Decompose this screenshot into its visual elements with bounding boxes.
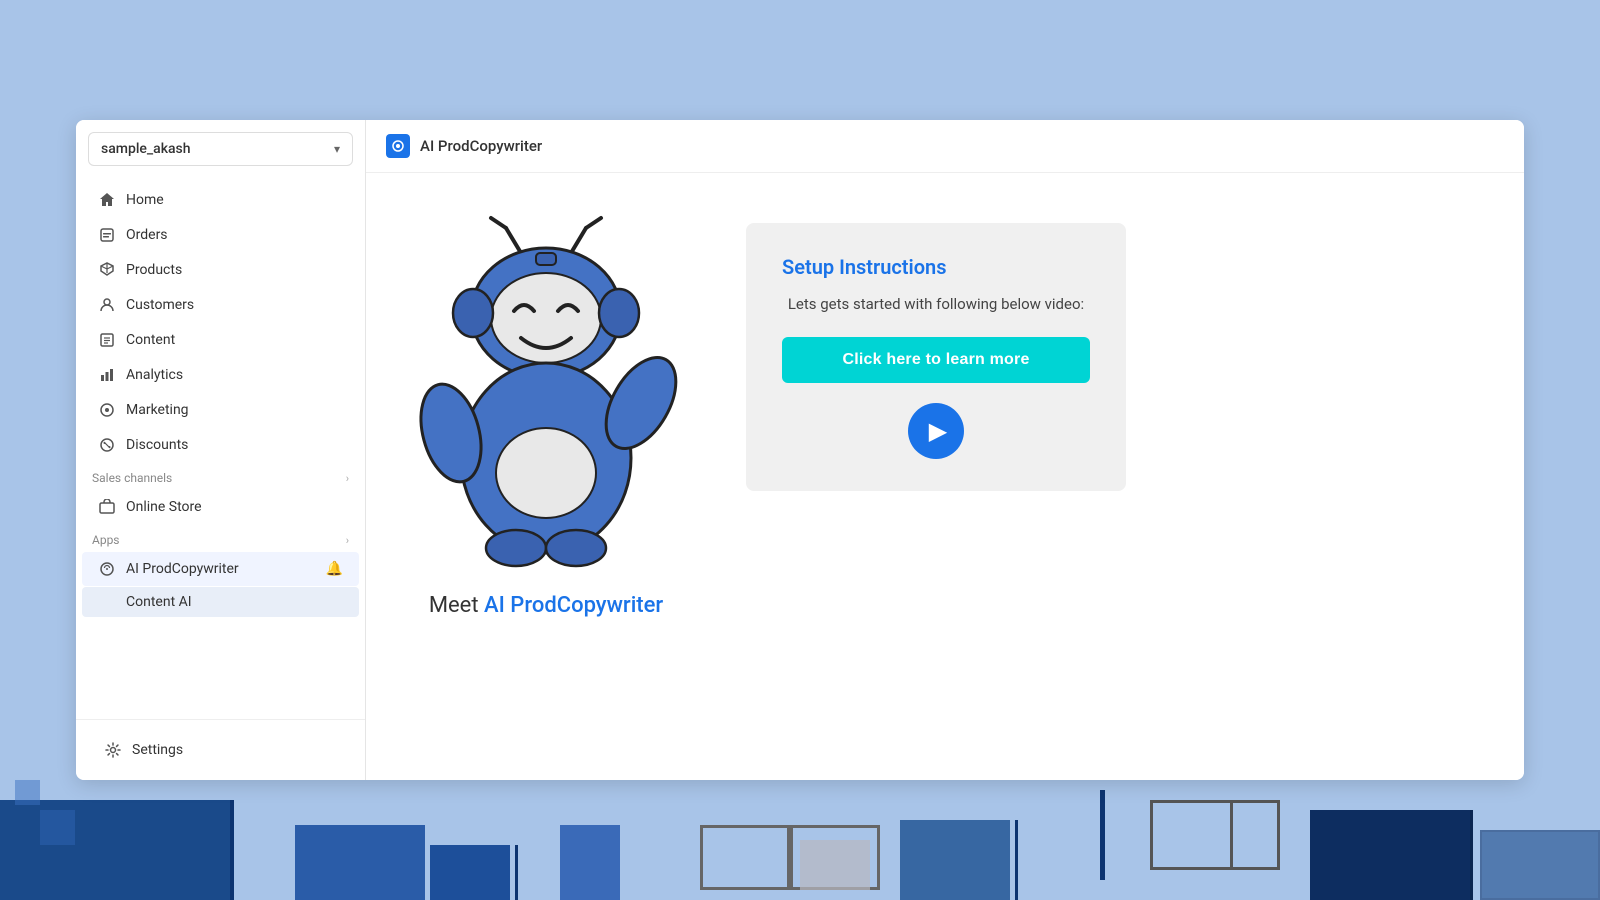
setup-card: Setup Instructions Lets gets started wit…	[746, 223, 1126, 491]
meet-text: Meet AI ProdCopywriter	[429, 593, 663, 618]
sidebar-item-online-store-label: Online Store	[126, 499, 202, 515]
sidebar-item-content[interactable]: Content	[82, 323, 359, 357]
sidebar-item-marketing-label: Marketing	[126, 402, 189, 418]
meet-prefix: Meet	[429, 593, 484, 618]
sidebar-item-marketing[interactable]: Marketing	[82, 393, 359, 427]
play-arrow: ▶	[929, 417, 947, 446]
robot-section: Meet AI ProdCopywriter	[406, 203, 686, 618]
sidebar-item-content-ai-label: Content AI	[126, 594, 192, 610]
learn-more-button[interactable]: Click here to learn more	[782, 337, 1090, 383]
app-header: AI ProdCopywriter	[366, 120, 1524, 173]
app-header-title: AI ProdCopywriter	[420, 137, 542, 155]
marketing-icon	[98, 401, 116, 419]
sidebar-item-ai-prodcopywriter-label: AI ProdCopywriter	[126, 561, 239, 577]
sidebar-item-analytics[interactable]: Analytics	[82, 358, 359, 392]
store-name: sample_akash	[101, 141, 191, 157]
sidebar-footer: Settings	[76, 719, 365, 780]
sales-channels-arrow: ›	[346, 472, 349, 485]
sidebar-item-products[interactable]: Products	[82, 253, 359, 287]
setup-subtitle: Lets gets started with following below v…	[782, 295, 1090, 313]
ai-prodcopywriter-icon	[98, 560, 116, 578]
main-body: Meet AI ProdCopywriter Setup Instruction…	[366, 173, 1524, 780]
sidebar-item-content-ai[interactable]: Content AI	[82, 587, 359, 617]
sidebar-item-orders[interactable]: Orders	[82, 218, 359, 252]
sidebar-item-settings-label: Settings	[132, 742, 183, 758]
main-content: AI ProdCopywriter	[366, 120, 1524, 780]
orders-icon	[98, 226, 116, 244]
products-icon	[98, 261, 116, 279]
main-window: sample_akash ▾ Home	[76, 120, 1524, 780]
store-selector[interactable]: sample_akash ▾	[88, 132, 353, 166]
analytics-icon	[98, 366, 116, 384]
play-button[interactable]: ▶	[908, 403, 964, 459]
discounts-icon	[98, 436, 116, 454]
setup-title: Setup Instructions	[782, 255, 1090, 279]
store-dropdown-arrow: ▾	[334, 142, 340, 156]
sidebar-item-home-label: Home	[126, 192, 164, 208]
app-header-icon	[386, 134, 410, 158]
sidebar-item-products-label: Products	[126, 262, 182, 278]
sidebar-item-customers[interactable]: Customers	[82, 288, 359, 322]
sidebar-item-customers-label: Customers	[126, 297, 194, 313]
robot-illustration	[406, 203, 686, 573]
meet-highlight: AI ProdCopywriter	[484, 593, 663, 618]
settings-icon	[104, 741, 122, 759]
bell-icon: 🔔	[326, 561, 343, 577]
customers-icon	[98, 296, 116, 314]
sidebar-item-discounts[interactable]: Discounts	[82, 428, 359, 462]
sidebar-item-home[interactable]: Home	[82, 183, 359, 217]
sidebar-item-content-label: Content	[126, 332, 175, 348]
sidebar-item-analytics-label: Analytics	[126, 367, 183, 383]
decorative-bottom	[0, 780, 1600, 900]
sidebar-item-settings[interactable]: Settings	[88, 733, 353, 767]
online-store-icon	[98, 498, 116, 516]
nav-section: Home Orders	[76, 182, 365, 719]
sales-channels-label: Sales channels ›	[76, 463, 365, 489]
sidebar-item-online-store[interactable]: Online Store	[82, 490, 359, 524]
home-icon	[98, 191, 116, 209]
sidebar: sample_akash ▾ Home	[76, 120, 366, 780]
sidebar-item-ai-prodcopywriter[interactable]: AI ProdCopywriter 🔔	[82, 552, 359, 586]
apps-arrow: ›	[346, 534, 349, 547]
sidebar-item-discounts-label: Discounts	[126, 437, 188, 453]
sidebar-item-orders-label: Orders	[126, 227, 168, 243]
content-icon	[98, 331, 116, 349]
apps-section-label: Apps ›	[76, 525, 365, 551]
